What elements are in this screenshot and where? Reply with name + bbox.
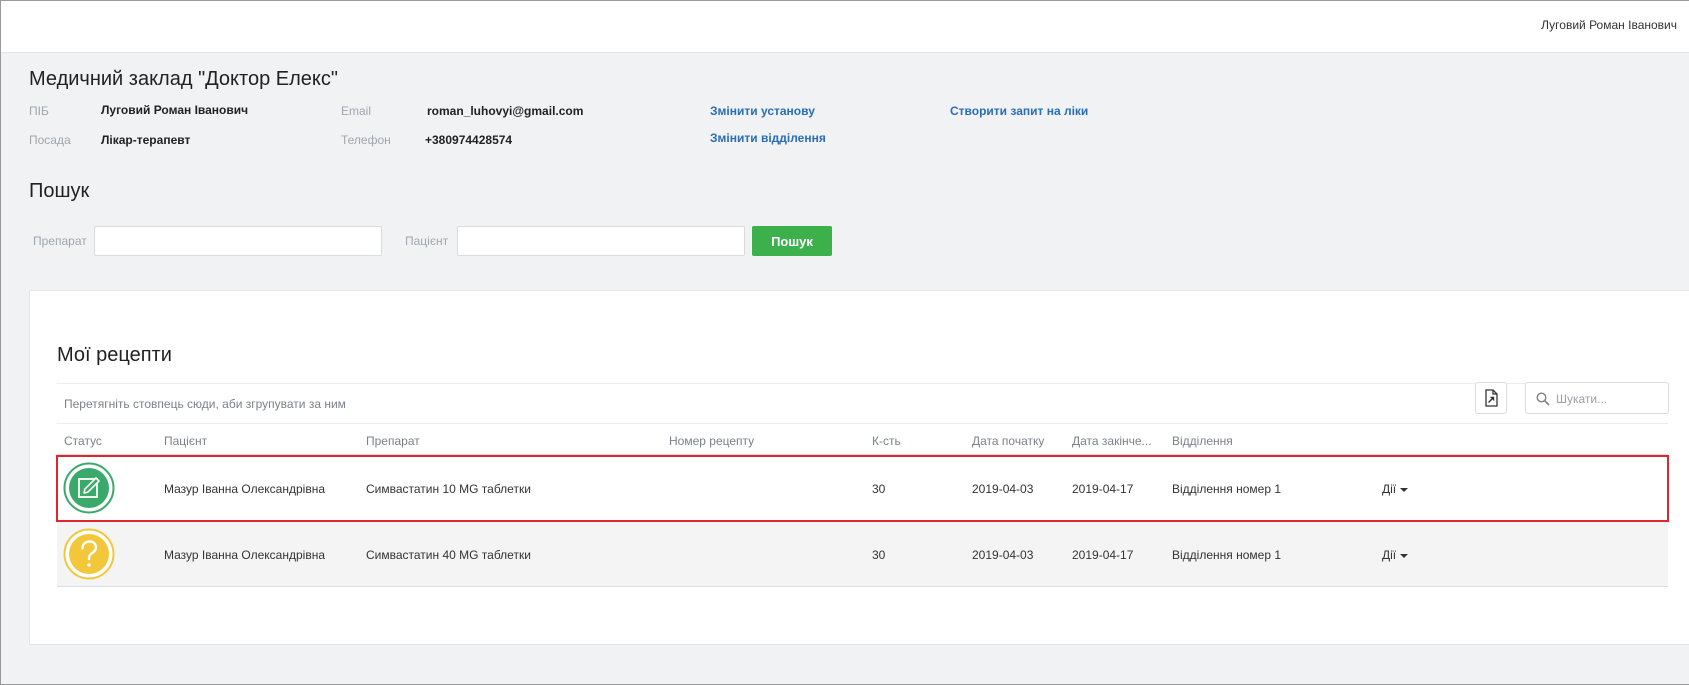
column-end-date[interactable]: Дата закінче... xyxy=(1072,434,1162,448)
patient-cell: Мазур Іванна Олександрівна xyxy=(164,482,325,496)
email-label: Email xyxy=(341,104,372,118)
search-title: Пошук xyxy=(29,180,90,202)
export-file-icon xyxy=(1485,389,1498,407)
change-institution-link[interactable]: Змінити установу xyxy=(710,104,815,118)
drug-cell: Симвастатин 10 MG таблетки xyxy=(366,482,531,496)
column-start-date[interactable]: Дата початку xyxy=(972,434,1044,448)
grid-search-input[interactable] xyxy=(1556,389,1662,409)
patient-cell: Мазур Іванна Олександрівна xyxy=(164,548,325,562)
end-date-cell: 2019-04-17 xyxy=(1072,548,1134,562)
phone-value: +380974428574 xyxy=(425,133,513,147)
actions-dropdown[interactable]: Дії xyxy=(1382,548,1409,562)
top-bar: Луговий Роман Іванович xyxy=(1,1,1689,53)
table-row[interactable]: Мазур Іванна Олександрівна Симвастатин 4… xyxy=(57,522,1668,587)
actions-label: Дії xyxy=(1382,482,1397,496)
column-department[interactable]: Відділення xyxy=(1172,434,1233,448)
create-drug-request-link[interactable]: Створити запит на ліки xyxy=(950,104,1088,118)
current-user-name[interactable]: Луговий Роман Іванович xyxy=(1541,18,1677,32)
change-department-link[interactable]: Змінити відділення xyxy=(710,131,826,145)
prescriptions-card: Мої рецепти Перетягніть стовпець сюди, а… xyxy=(29,290,1689,645)
actions-dropdown[interactable]: Дії xyxy=(1382,482,1409,496)
search-button[interactable]: Пошук xyxy=(752,226,832,256)
phone-label: Телефон xyxy=(341,133,391,147)
department-cell: Відділення номер 1 xyxy=(1172,548,1282,562)
name-value: Луговий Роман Іванович xyxy=(101,103,249,117)
group-panel[interactable]: Перетягніть стовпець сюди, аби згрупуват… xyxy=(57,383,1668,424)
actions-label: Дії xyxy=(1382,548,1397,562)
grid-header: Статус Пацієнт Препарат Номер рецепту К-… xyxy=(57,425,1668,455)
prescriptions-title: Мої рецепти xyxy=(57,344,172,366)
grid-search xyxy=(1525,382,1669,414)
clinic-title: Медичний заклад "Доктор Елекс" xyxy=(29,68,338,90)
question-icon xyxy=(63,528,115,580)
position-label: Посада xyxy=(29,133,71,147)
qty-cell: 30 xyxy=(872,548,886,562)
position-value: Лікар-терапевт xyxy=(101,133,191,147)
export-button[interactable] xyxy=(1475,382,1507,414)
search-icon xyxy=(1536,392,1550,406)
group-hint: Перетягніть стовпець сюди, аби згрупуват… xyxy=(64,397,346,411)
department-cell: Відділення номер 1 xyxy=(1172,482,1282,496)
column-number[interactable]: Номер рецепту xyxy=(669,434,754,448)
drug-search-label: Препарат xyxy=(33,234,87,248)
patient-search-input[interactable] xyxy=(457,226,745,256)
drug-search-input[interactable] xyxy=(94,226,382,256)
patient-search-label: Пацієнт xyxy=(405,234,449,248)
table-row[interactable]: Мазур Іванна Олександрівна Симвастатин 1… xyxy=(56,455,1669,522)
chevron-down-icon xyxy=(1400,553,1409,558)
column-status[interactable]: Статус xyxy=(64,434,102,448)
column-patient[interactable]: Пацієнт xyxy=(164,434,207,448)
qty-cell: 30 xyxy=(872,482,886,496)
edit-icon xyxy=(63,462,115,514)
drug-cell: Симвастатин 40 MG таблетки xyxy=(366,548,531,562)
start-date-cell: 2019-04-03 xyxy=(972,548,1034,562)
name-label: ПІБ xyxy=(29,104,49,118)
column-qty[interactable]: К-сть xyxy=(872,434,901,448)
end-date-cell: 2019-04-17 xyxy=(1072,482,1134,496)
chevron-down-icon xyxy=(1400,487,1409,492)
email-value: roman_luhovyi@gmail.com xyxy=(427,104,584,118)
start-date-cell: 2019-04-03 xyxy=(972,482,1034,496)
column-drug[interactable]: Препарат xyxy=(366,434,420,448)
